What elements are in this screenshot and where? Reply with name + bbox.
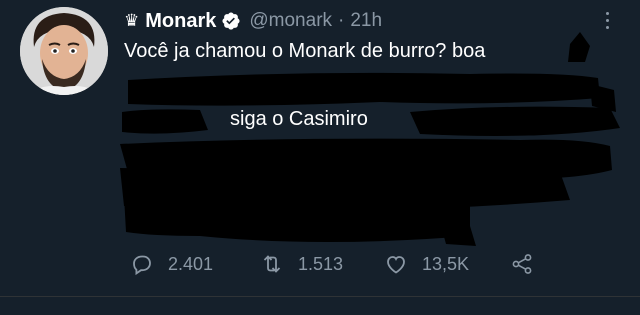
verified-icon (222, 12, 240, 30)
share-button[interactable] (510, 250, 548, 278)
tweet-text-line2: siga o Casimiro (230, 108, 368, 130)
share-icon (512, 254, 532, 274)
tweet: ♛ Monark @monark · 21h Você ja chamou o … (0, 0, 640, 315)
divider (0, 296, 640, 297)
tweet-header: ♛ Monark @monark · 21h (124, 8, 382, 34)
handle[interactable]: @monark (249, 10, 332, 32)
crown-icon: ♛ (124, 11, 140, 30)
retweet-button[interactable]: 1.513 (260, 250, 343, 278)
reply-icon (133, 255, 151, 276)
retweet-icon (263, 255, 281, 273)
avatar[interactable] (20, 7, 108, 95)
retweet-count: 1.513 (298, 253, 344, 274)
separator: · (338, 10, 345, 31)
like-icon (387, 256, 405, 274)
more-icon[interactable] (600, 8, 614, 36)
display-name[interactable]: Monark (145, 10, 216, 33)
like-count: 13,5K (422, 253, 470, 274)
tweet-text-line1: Você ja chamou o Monark de burro? boa (124, 40, 486, 62)
timestamp[interactable]: 21h (350, 10, 382, 32)
reply-count: 2.401 (168, 253, 214, 274)
like-button[interactable]: 13,5K (384, 250, 469, 278)
reply-button[interactable]: 2.401 (130, 250, 213, 278)
tweet-actions: 2.401 1.513 13,5K (124, 250, 554, 278)
